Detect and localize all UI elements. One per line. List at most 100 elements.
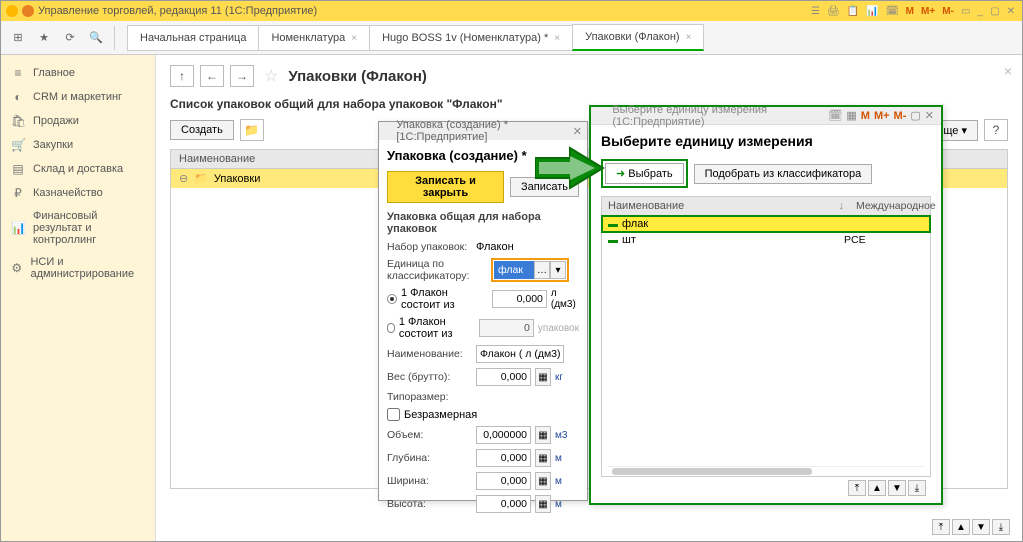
tb-mplus-icon[interactable]: M+ — [874, 110, 890, 122]
close-page-icon[interactable]: × — [1004, 63, 1012, 79]
volume-unit-link[interactable]: м3 — [555, 430, 567, 441]
create-button[interactable]: Создать — [170, 120, 234, 140]
height-input[interactable] — [476, 495, 531, 513]
tab-close-icon[interactable]: × — [686, 32, 692, 43]
cart-icon: 🛒 — [11, 138, 25, 152]
nav-bottom-icon[interactable]: ⤓ — [908, 480, 926, 496]
nav-bottom-icon[interactable]: ⤓ — [992, 519, 1010, 535]
app-icon-2 — [22, 5, 34, 17]
sidebar-item-purchases[interactable]: 🛒Закупки — [1, 133, 155, 157]
classifier-input[interactable] — [494, 261, 534, 279]
tb-mminus-icon[interactable]: M- — [942, 6, 954, 17]
tab-close-icon[interactable]: × — [351, 33, 357, 44]
dialog-title: Упаковка (создание) * [1С:Предприятие] — [396, 119, 568, 143]
nosize-checkbox[interactable] — [387, 408, 400, 421]
weight-input[interactable] — [476, 368, 531, 386]
select-arrow-icon: ➜ — [616, 168, 628, 180]
sidebar-item-sales[interactable]: 🛍Продажи — [1, 109, 155, 133]
depth-unit-link[interactable]: м — [555, 453, 562, 464]
depth-input[interactable] — [476, 449, 531, 467]
minimize-icon[interactable]: _ — [977, 6, 983, 17]
nav-up-icon[interactable]: ▲ — [868, 480, 886, 496]
save-close-button[interactable]: Записать и закрыть — [387, 171, 504, 203]
sidebar-item-treasury[interactable]: ₽Казначейство — [1, 181, 155, 205]
list-item-label: Упаковки — [214, 173, 260, 185]
tb-menu-icon[interactable]: ☰ — [811, 6, 820, 17]
nav-up-icon[interactable]: ▲ — [952, 519, 970, 535]
sidebar-item-finance[interactable]: 📊Финансовый результат и контроллинг — [1, 205, 155, 251]
up-button[interactable]: ↑ — [170, 65, 194, 87]
nav-down-icon[interactable]: ▼ — [888, 480, 906, 496]
classifier-dropdown-icon[interactable]: … — [534, 261, 550, 279]
dialog-icon — [384, 126, 392, 136]
tb-chart-icon[interactable]: 📊 — [866, 6, 878, 17]
tab-packaging[interactable]: Упаковки (Флакон)× — [572, 24, 704, 51]
search-icon[interactable]: 🔍 — [84, 26, 108, 50]
sidebar-item-warehouse[interactable]: ▤Склад и доставка — [1, 157, 155, 181]
radio1-value-input[interactable] — [492, 290, 547, 308]
name-input[interactable] — [476, 345, 564, 363]
tab-nomenclature[interactable]: Номенклатура× — [258, 25, 370, 51]
tb-m-icon[interactable]: M — [861, 110, 870, 122]
nav-top-icon[interactable]: ⤒ — [932, 519, 950, 535]
select-button[interactable]: ➜ Выбрать — [605, 163, 684, 184]
depth-calc-icon[interactable]: ▦ — [535, 449, 551, 467]
tb-grid-icon[interactable]: ▦ — [846, 109, 856, 122]
tab-hugo-boss[interactable]: Hugo BOSS 1v (Номенклатура) *× — [369, 25, 573, 51]
forward-button[interactable]: → — [230, 65, 254, 87]
radio1-unit: л (дм3) — [551, 288, 579, 310]
tb-window-icon[interactable]: ▭ — [961, 6, 970, 17]
tab-start-page[interactable]: Начальная страница — [127, 25, 259, 51]
close-icon[interactable]: ✕ — [1007, 6, 1015, 17]
col-intl-header[interactable]: Международное — [850, 197, 930, 215]
unit-table: Наименование ↓ Международное ▬ флак ▬ шт… — [601, 196, 931, 477]
weight-calc-icon[interactable]: ▦ — [535, 368, 551, 386]
history-icon[interactable]: ⟳ — [58, 26, 82, 50]
dialog-close-icon[interactable]: ✕ — [573, 125, 582, 138]
folder-icon: 📁 — [194, 172, 208, 185]
ruble-icon: ₽ — [11, 186, 25, 200]
horizontal-scrollbar[interactable] — [612, 468, 812, 475]
tb-calendar-icon[interactable]: 🗓 — [828, 109, 842, 122]
maximize-icon[interactable]: ▢ — [910, 109, 920, 122]
tab-close-icon[interactable]: × — [554, 33, 560, 44]
sidebar-item-admin[interactable]: ⚙НСИ и администрирование — [1, 251, 155, 285]
tb-mplus-icon[interactable]: M+ — [921, 6, 935, 17]
radio-volume[interactable] — [387, 294, 397, 304]
weight-unit-link[interactable]: кг — [555, 372, 563, 383]
sidebar-item-main[interactable]: ≡Главное — [1, 61, 155, 85]
apps-icon[interactable]: ⊞ — [6, 26, 30, 50]
tb-m-icon[interactable]: M — [906, 6, 914, 17]
width-input[interactable] — [476, 472, 531, 490]
title-bar: Управление торговлей, редакция 11 (1С:Пр… — [1, 1, 1022, 21]
gear-icon: ⚙ — [11, 261, 22, 275]
star-outline-icon[interactable]: ☆ — [264, 66, 278, 86]
favorite-icon[interactable]: ★ — [32, 26, 56, 50]
tb-print-icon[interactable]: 🖨 — [827, 6, 840, 17]
back-button[interactable]: ← — [200, 65, 224, 87]
maximize-icon[interactable]: ▢ — [990, 6, 999, 17]
width-calc-icon[interactable]: ▦ — [535, 472, 551, 490]
nav-down-icon[interactable]: ▼ — [972, 519, 990, 535]
radio-packages[interactable] — [387, 323, 395, 333]
tb-calendar-icon[interactable]: 🗓 — [886, 6, 899, 17]
volume-calc-icon[interactable]: ▦ — [535, 426, 551, 444]
tb-clip-icon[interactable]: 📋 — [847, 6, 859, 17]
help-button[interactable]: ? — [984, 119, 1008, 141]
tb-mminus-icon[interactable]: M- — [894, 110, 907, 122]
close-icon[interactable]: ✕ — [925, 109, 934, 122]
sidebar-item-crm[interactable]: ◐CRM и маркетинг — [1, 85, 155, 109]
table-row[interactable]: ▬ шт PCE — [602, 232, 930, 248]
table-row[interactable]: ▬ флак — [602, 216, 930, 232]
nav-top-icon[interactable]: ⤒ — [848, 480, 866, 496]
classifier-lookup-button[interactable]: Подобрать из классификатора — [694, 164, 873, 184]
height-calc-icon[interactable]: ▦ — [535, 495, 551, 513]
create-folder-button[interactable]: 📁 — [240, 119, 264, 141]
volume-input[interactable] — [476, 426, 531, 444]
col-name-header[interactable]: Наименование ↓ — [602, 197, 850, 215]
classifier-open-icon[interactable]: ▾ — [550, 261, 566, 279]
unit-intl: PCE — [844, 234, 924, 246]
height-unit-link[interactable]: м — [555, 499, 562, 510]
radio2-unit: упаковок — [538, 323, 579, 334]
width-unit-link[interactable]: м — [555, 476, 562, 487]
